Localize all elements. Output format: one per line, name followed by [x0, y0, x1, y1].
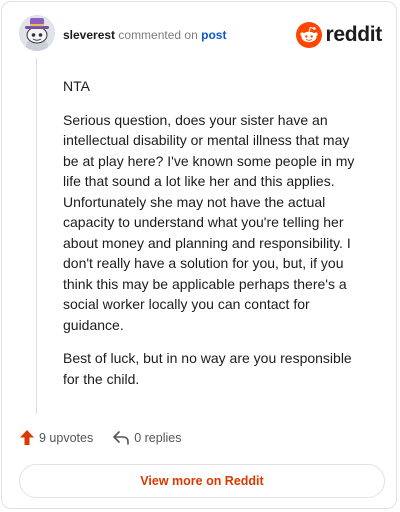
reply-count: 0 replies — [134, 430, 182, 445]
username-link[interactable]: sleverest — [63, 28, 115, 42]
user-avatar[interactable] — [19, 15, 55, 51]
view-more-button[interactable]: View more on Reddit — [19, 464, 385, 498]
reply-button[interactable]: 0 replies — [113, 431, 181, 445]
comment-header: sleverest commented on post — [63, 27, 226, 43]
post-link[interactable]: post — [201, 28, 226, 42]
reddit-brand[interactable]: reddit — [296, 22, 382, 48]
reddit-wordmark: reddit — [325, 23, 382, 46]
comment-body: NTA Serious question, does your sister h… — [63, 76, 363, 402]
comment-paragraph: Serious question, does your sister have … — [63, 111, 355, 333]
avatar-icon — [19, 15, 55, 51]
reddit-logo-icon — [296, 22, 323, 48]
upvote-button[interactable]: 9 upvotes — [20, 430, 93, 445]
comment-paragraph: NTA — [63, 78, 90, 94]
reply-arrow-icon — [113, 430, 130, 445]
upvote-count: 9 upvotes — [39, 430, 94, 445]
commented-on-text: commented on — [118, 28, 198, 42]
comment-actions: 9 upvotes 0 replies — [20, 430, 201, 445]
comment-embed-card: sleverest commented on post reddit NTA S… — [1, 1, 397, 509]
upvote-arrow-icon — [20, 430, 34, 445]
comment-paragraph: Best of luck, but in no way are you resp… — [63, 350, 352, 387]
thread-line[interactable] — [36, 58, 37, 414]
